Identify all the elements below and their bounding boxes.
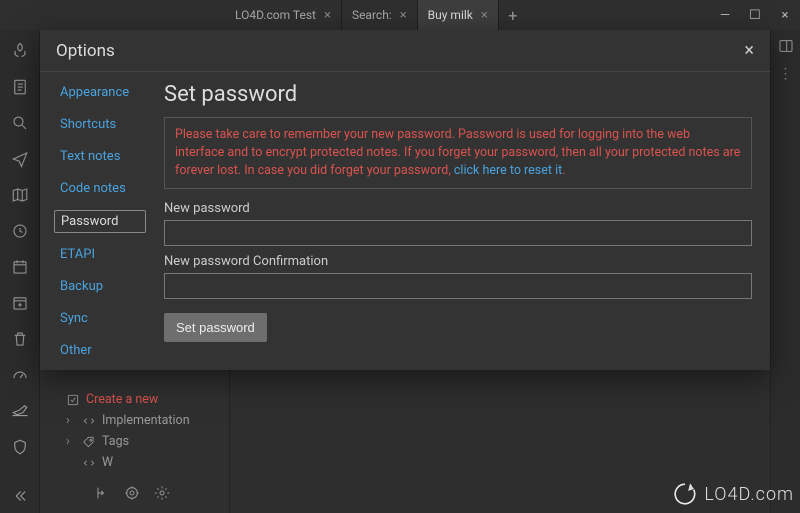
nav-appearance[interactable]: Appearance (54, 82, 146, 103)
tree-item-tags[interactable]: › Tags (40, 431, 229, 452)
shield-icon[interactable] (11, 438, 29, 456)
nav-etapi[interactable]: ETAPI (54, 244, 146, 265)
dialog-title: Options (56, 41, 115, 61)
tree-item-create[interactable]: Create a new (40, 389, 229, 410)
tab-2[interactable]: Search: × (342, 0, 418, 30)
right-rail: ⋮ (770, 30, 800, 513)
options-content: Set password Please take care to remembe… (150, 72, 770, 370)
map-icon[interactable] (11, 186, 29, 204)
label-confirm-password: New password Confirmation (164, 254, 752, 269)
label-new-password: New password (164, 201, 752, 216)
nav-text-notes[interactable]: Text notes (54, 146, 146, 167)
close-icon[interactable]: × (400, 8, 407, 23)
tree-item-label: Create a new (86, 392, 158, 407)
app-root: LO4D.com Test × Search: × Buy milk × + —… (0, 0, 800, 513)
tab-label: LO4D.com Test (235, 8, 316, 22)
close-icon[interactable]: × (481, 8, 488, 23)
password-warning: Please take care to remember your new pa… (164, 117, 752, 189)
app-close-button[interactable]: × (770, 0, 800, 30)
close-icon[interactable]: × (324, 8, 331, 23)
tree-item-label: Implementation (102, 413, 190, 428)
tree-item-w[interactable]: W (40, 452, 229, 473)
tree-toolbar (40, 485, 229, 505)
logo-icon (11, 42, 29, 60)
tree-item-impl[interactable]: › Implementation (40, 410, 229, 431)
reset-password-link[interactable]: click here to reset it (454, 163, 562, 178)
tab-label: Buy milk (428, 8, 473, 22)
nav-sync[interactable]: Sync (54, 308, 146, 329)
calendar-icon[interactable] (11, 258, 29, 276)
new-password-input[interactable] (164, 220, 752, 246)
nav-code-notes[interactable]: Code notes (54, 178, 146, 199)
set-password-button[interactable]: Set password (164, 313, 267, 342)
warning-tail: . (562, 163, 565, 178)
nav-backup[interactable]: Backup (54, 276, 146, 297)
tree-settings-icon[interactable] (154, 485, 170, 505)
tree-item-label: W (102, 455, 113, 470)
confirm-password-input[interactable] (164, 273, 752, 299)
maximize-button[interactable]: ☐ (740, 0, 770, 30)
tab-bar: LO4D.com Test × Search: × Buy milk × + —… (0, 0, 800, 30)
tree-item-label: Tags (102, 434, 129, 449)
tree-target-icon[interactable] (124, 485, 140, 505)
tab-3[interactable]: Buy milk × (418, 0, 499, 30)
trash-icon[interactable] (11, 330, 29, 348)
tab-label: Search: (352, 8, 392, 22)
nav-other[interactable]: Other (54, 340, 146, 361)
options-dialog: Options × Appearance Shortcuts Text note… (40, 30, 770, 370)
takeoff-icon[interactable] (11, 402, 29, 420)
minimize-button[interactable]: — (710, 0, 740, 30)
tab-1[interactable]: LO4D.com Test × (225, 0, 342, 30)
nav-shortcuts[interactable]: Shortcuts (54, 114, 146, 135)
kebab-icon[interactable]: ⋮ (779, 72, 793, 76)
left-rail (0, 30, 40, 513)
document-icon[interactable] (11, 78, 29, 96)
new-tab-button[interactable]: + (499, 0, 527, 30)
search-icon[interactable] (11, 114, 29, 132)
history-icon[interactable] (11, 222, 29, 240)
panel-split-icon[interactable] (778, 38, 794, 58)
options-nav: Appearance Shortcuts Text notes Code not… (40, 72, 150, 370)
calendar-add-icon[interactable] (11, 294, 29, 312)
gauge-icon[interactable] (11, 366, 29, 384)
close-icon[interactable]: × (744, 40, 754, 61)
nav-password[interactable]: Password (54, 210, 146, 233)
collapse-icon[interactable] (11, 487, 29, 505)
section-heading: Set password (164, 82, 752, 107)
send-icon[interactable] (11, 150, 29, 168)
tree-collapse-icon[interactable] (94, 485, 110, 505)
